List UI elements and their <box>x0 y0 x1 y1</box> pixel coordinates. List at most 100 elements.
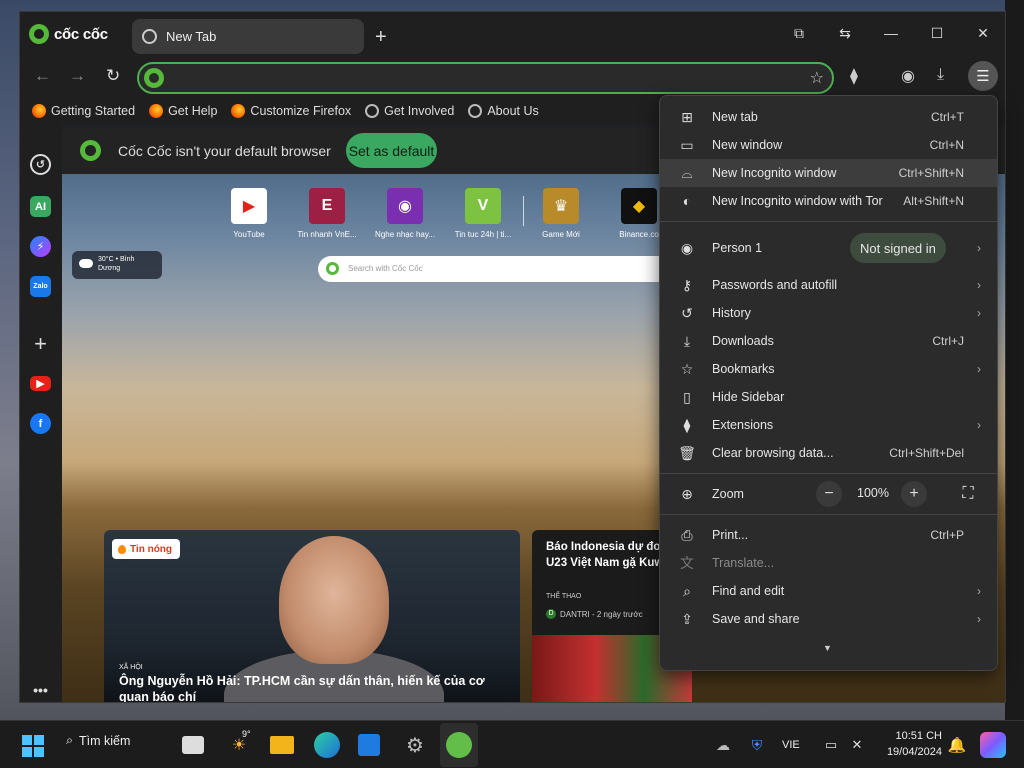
history-icon: ↺ <box>681 304 693 321</box>
shortcut-vnexpress[interactable]: E Tin nhanh VnE... <box>292 188 362 239</box>
menu-label: Translate... <box>712 556 775 570</box>
chevron-right-icon: › <box>977 418 981 432</box>
menu-item-new-incognito[interactable]: ⌓ New Incognito window Ctrl+Shift+N <box>660 159 997 187</box>
store-icon[interactable] <box>358 734 380 756</box>
incognito-icon: ⌓ <box>681 164 693 181</box>
main-menu-button[interactable]: ☰ <box>968 61 998 91</box>
fullscreen-button[interactable]: ⛶ <box>955 481 981 507</box>
menu-item-find-edit[interactable]: ⌕ Find and edit › <box>660 577 997 605</box>
bookmark-customize-firefox[interactable]: Customize Firefox <box>231 104 351 118</box>
bookmark-get-help[interactable]: Get Help <box>149 104 217 118</box>
menu-item-translate[interactable]: 文 Translate... <box>660 549 997 577</box>
menu-item-save-share[interactable]: ⇪ Save and share › <box>660 605 997 633</box>
menu-label: Find and edit <box>712 584 785 598</box>
more-icon[interactable]: ••• <box>30 679 51 700</box>
minimize-button[interactable]: — <box>876 22 906 44</box>
menu-label: Clear browsing data... <box>712 446 834 460</box>
extensions-puzzle-icon[interactable]: ⧫ <box>850 66 858 86</box>
cloud-offline-icon[interactable]: ☁ <box>710 732 736 758</box>
language-indicator[interactable]: VIE <box>782 739 800 751</box>
copilot-icon[interactable] <box>980 732 1006 758</box>
forward-button[interactable]: → <box>69 66 86 86</box>
shortcut-music[interactable]: ◉ Nghe nhạc hay... <box>370 188 440 239</box>
news24h-icon: V <box>465 188 501 224</box>
clock-date[interactable]: 19/04/2024 <box>874 746 942 758</box>
tab-new-tab[interactable]: New Tab <box>132 19 364 54</box>
set-as-default-button[interactable]: Set as default <box>346 133 437 168</box>
menu-label: Bookmarks <box>712 362 775 376</box>
facebook-icon[interactable]: f <box>30 413 51 434</box>
zoom-out-button[interactable]: − <box>816 481 842 507</box>
menu-label: Save and share <box>712 612 800 626</box>
add-icon[interactable]: + <box>30 331 51 356</box>
defender-icon[interactable]: ⛨ <box>744 732 770 758</box>
chevron-right-icon: › <box>977 306 981 320</box>
task-view-icon[interactable] <box>182 736 204 754</box>
tab-title: New Tab <box>166 29 217 44</box>
new-tab-button[interactable]: + <box>375 26 387 49</box>
menu-item-downloads[interactable]: ⤓ Downloads Ctrl+J <box>660 327 997 355</box>
menu-item-bookmarks[interactable]: ☆ Bookmarks › <box>660 355 997 383</box>
shortcut-youtube[interactable]: ▶ YouTube <box>214 188 284 239</box>
bookmark-get-involved[interactable]: Get Involved <box>365 104 454 118</box>
back-button[interactable]: ← <box>34 66 51 86</box>
clock-time[interactable]: 10:51 CH <box>874 730 942 742</box>
menu-item-print[interactable]: ⎙ Print... Ctrl+P <box>660 521 997 549</box>
menu-item-hide-sidebar[interactable]: ▯ Hide Sidebar <box>660 383 997 411</box>
downloads-icon[interactable]: ⤓ <box>937 66 944 84</box>
menu-item-new-tab[interactable]: ⊞ New tab Ctrl+T <box>660 103 997 131</box>
coccoc-logo-icon <box>29 24 49 44</box>
address-bar[interactable]: ☆ <box>137 62 834 94</box>
settings-gear-icon[interactable]: ⚙ <box>402 732 428 758</box>
hot-news-badge: Tin nóng <box>112 539 181 559</box>
shortcut-game[interactable]: ♛ Game Mới <box>526 188 596 239</box>
screenshot-icon[interactable]: ⧉ <box>784 22 814 44</box>
news-card-main[interactable]: Tin nóng XÃ HỘI Ông Nguyễn Hồ Hải: TP.HC… <box>104 530 520 702</box>
search-input[interactable]: Search with Cốc Cốc <box>318 256 678 282</box>
profile-icon[interactable]: ◉ <box>901 66 915 86</box>
bookmark-about-us[interactable]: About Us <box>468 104 539 118</box>
menu-item-new-window[interactable]: ▭ New window Ctrl+N <box>660 131 997 159</box>
taskbar-search[interactable]: ⌕ Tìm kiếm <box>66 733 130 748</box>
menu-item-extensions[interactable]: ⧫ Extensions › <box>660 411 997 439</box>
zoom-in-button[interactable]: + <box>901 481 927 507</box>
tab-favicon-icon <box>142 29 157 44</box>
shortcut-label: Nghe nhạc hay... <box>375 230 435 239</box>
menu-label: New window <box>712 138 783 152</box>
maximize-button[interactable]: ☐ <box>922 22 952 44</box>
ai-icon[interactable]: AI <box>30 196 51 217</box>
close-button[interactable]: ✕ <box>968 22 998 44</box>
youtube-icon[interactable]: ▶ <box>30 376 51 391</box>
menu-item-history[interactable]: ↺ History › <box>660 299 997 327</box>
menu-item-passwords[interactable]: ⚷ Passwords and autofill › <box>660 271 997 299</box>
edge-icon[interactable] <box>314 732 340 758</box>
shortcut-label: Game Mới <box>542 230 580 239</box>
menu-scroll-down-icon[interactable]: ▼ <box>823 643 832 653</box>
windows-start-button[interactable] <box>22 735 44 757</box>
volume-mute-icon[interactable]: ✕ <box>844 732 870 758</box>
bookmark-star-icon[interactable]: ☆ <box>810 68 824 88</box>
infobar-text: Cốc Cốc isn't your default browser <box>118 143 331 159</box>
weather-widget[interactable]: 30°C • Bình Dương <box>72 251 162 279</box>
reload-button[interactable]: ↻ <box>106 66 120 86</box>
menu-separator <box>660 473 997 474</box>
menu-separator <box>660 221 997 222</box>
bookmark-getting-started[interactable]: Getting Started <box>32 104 135 118</box>
zalo-icon[interactable]: Zalo <box>30 276 51 297</box>
history-icon[interactable]: ↺ <box>30 154 51 175</box>
menu-item-incognito-tor[interactable]: ◐ New Incognito window with Tor Alt+Shif… <box>660 187 997 215</box>
news-title[interactable]: Ông Nguyễn Hồ Hải: TP.HCM cần sự dấn thâ… <box>119 673 509 702</box>
vnexpress-icon: E <box>309 188 345 224</box>
tor-icon: ◐ <box>682 193 692 209</box>
menu-item-person[interactable]: ◉ Person 1 Not signed in › <box>660 230 997 266</box>
notification-bell-icon[interactable]: 🔔 <box>944 732 970 758</box>
menu-label: History <box>712 306 751 320</box>
network-icon[interactable]: ▭ <box>818 732 844 758</box>
shortcut-news24h[interactable]: V Tin tuc 24h | ti... <box>448 188 518 239</box>
tab-search-icon[interactable]: ⇆ <box>830 22 860 44</box>
file-explorer-icon[interactable] <box>270 736 294 754</box>
menu-label: Extensions <box>712 418 774 432</box>
messenger-icon[interactable]: ⚡ <box>30 236 51 257</box>
menu-item-clear-data[interactable]: 🗑 Clear browsing data... Ctrl+Shift+Del <box>660 439 997 467</box>
share-icon: ⇪ <box>681 610 693 627</box>
